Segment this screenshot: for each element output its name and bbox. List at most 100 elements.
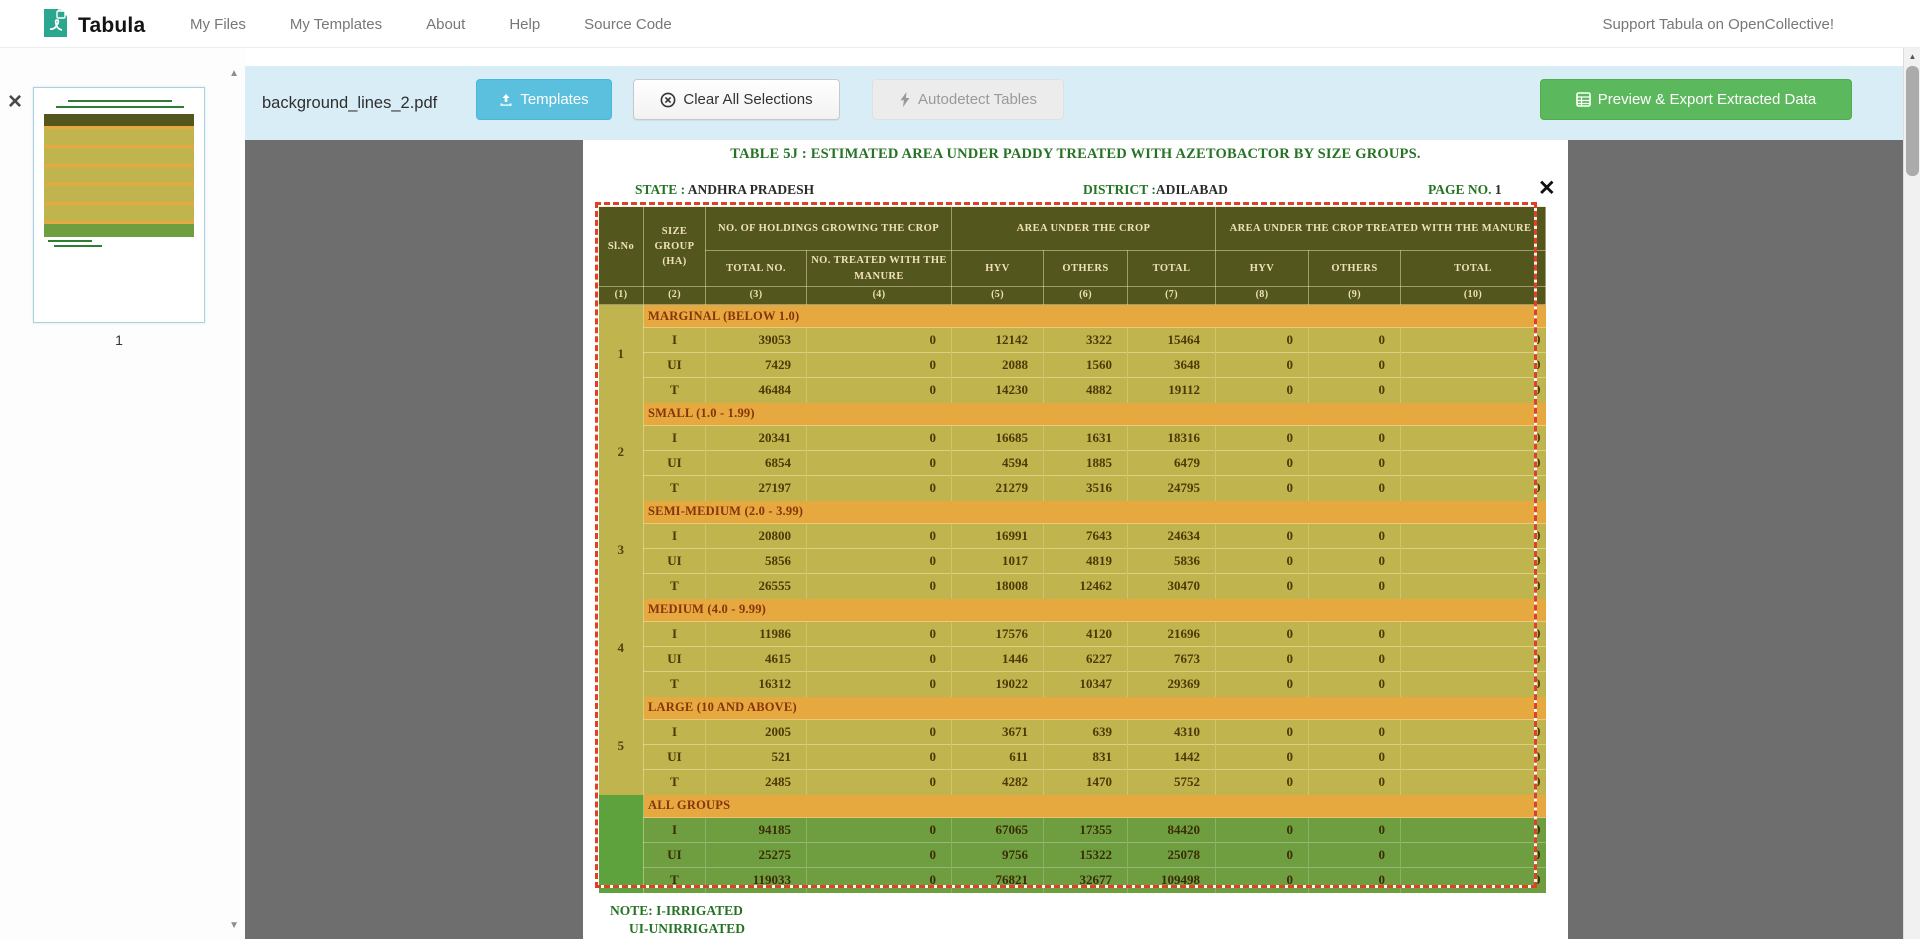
mini-table	[44, 114, 194, 237]
table-cell: 67065	[952, 818, 1044, 843]
table-row: UI74290208815603648000	[599, 353, 1546, 378]
table-cell: 76821	[952, 868, 1044, 893]
mini-table-strip	[44, 148, 194, 164]
table-cell: 0	[807, 720, 952, 745]
header-colnum-7: (7)	[1128, 287, 1216, 305]
section-band-label: SEMI-MEDIUM (2.0 - 3.99)	[644, 501, 1546, 524]
clear-all-selections-button[interactable]: Clear All Selections	[633, 79, 840, 120]
scrollbar-thumb[interactable]	[1906, 66, 1919, 176]
pdf-page[interactable]: TABLE 5J : ESTIMATED AREA UNDER PADDY TR…	[583, 140, 1568, 939]
header-colnum-8: (8)	[1216, 287, 1309, 305]
mini-title-line	[68, 100, 172, 102]
table-cell: 0	[807, 378, 952, 403]
slno-cell: 2	[599, 403, 644, 501]
table-cell: 0	[1309, 549, 1401, 574]
table-cell: 0	[1216, 672, 1309, 697]
table-cell: 0	[1309, 770, 1401, 795]
table-cell: 21696	[1128, 622, 1216, 647]
pageno-label: PAGE NO.	[1428, 182, 1495, 197]
table-cell: 27197	[706, 476, 807, 501]
table-row: I941850670651735584420000	[599, 818, 1546, 843]
header-colnum-9: (9)	[1309, 287, 1401, 305]
table-cell: 25078	[1128, 843, 1216, 868]
header-sub-1-1: TOTAL NO.	[706, 251, 807, 287]
table-cell: 6854	[706, 451, 807, 476]
support-link[interactable]: Support Tabula on OpenCollective!	[1602, 0, 1834, 48]
section-band-label: MEDIUM (4.0 - 9.99)	[644, 599, 1546, 622]
table-cell: 17576	[952, 622, 1044, 647]
table-cell: 0	[1309, 451, 1401, 476]
row-code-cell: T	[644, 378, 706, 403]
row-code-cell: T	[644, 574, 706, 599]
table-cell: 0	[1309, 745, 1401, 770]
page-thumbnail-number: 1	[33, 332, 205, 348]
table-cell: 0	[807, 524, 952, 549]
row-code-cell: T	[644, 770, 706, 795]
mini-table-strip	[44, 129, 194, 145]
table-cell: 0	[1401, 426, 1546, 451]
nav-item-about[interactable]: About	[426, 16, 465, 33]
section-band-row: 5LARGE (10 AND ABOVE)	[599, 697, 1546, 720]
slno-cell: 4	[599, 599, 644, 697]
table-cell: 0	[1309, 818, 1401, 843]
slno-cell: 1	[599, 305, 644, 403]
table-cell: 0	[1216, 476, 1309, 501]
header-sub-1-2: NO. TREATED WITH THE MANURE	[807, 251, 952, 287]
nav-item-my-files[interactable]: My Files	[190, 16, 246, 33]
table-cell: 15322	[1044, 843, 1128, 868]
table-cell: 15464	[1128, 328, 1216, 353]
table-cell: 0	[1216, 574, 1309, 599]
page-thumbnail[interactable]	[33, 87, 205, 323]
remove-page-icon[interactable]: ×	[8, 92, 22, 112]
vertical-scrollbar[interactable]: ▲	[1903, 48, 1920, 939]
table-cell: 4882	[1044, 378, 1128, 403]
table-cell: 6479	[1128, 451, 1216, 476]
nav-item-source-code[interactable]: Source Code	[584, 16, 672, 33]
table-cell: 4594	[952, 451, 1044, 476]
table-cell: 0	[1309, 868, 1401, 893]
templates-button[interactable]: Templates	[476, 79, 612, 120]
selection-close-icon[interactable]: ✕	[1538, 180, 1556, 198]
scrollbar-up-icon[interactable]: ▲	[1904, 48, 1920, 65]
table-cell: 0	[807, 353, 952, 378]
table-cell: 109498	[1128, 868, 1216, 893]
nav-item-help[interactable]: Help	[509, 16, 540, 33]
header-slno: Sl.No	[599, 207, 644, 287]
sidebar-scroll-up-icon[interactable]: ▲	[229, 68, 239, 79]
preview-export-button[interactable]: Preview & Export Extracted Data	[1540, 79, 1852, 120]
sidebar-scroll-down-icon[interactable]: ▼	[229, 920, 239, 931]
header-sub-2-3: TOTAL	[1128, 251, 1216, 287]
row-code-cell: UI	[644, 843, 706, 868]
table-cell: 0	[1216, 426, 1309, 451]
mini-table-strip	[44, 205, 194, 221]
table-cell: 7643	[1044, 524, 1128, 549]
table-cell: 1631	[1044, 426, 1128, 451]
pdf-state-line: STATE : ANDHRA PRADESH	[635, 182, 814, 198]
brand[interactable]: Tabula	[42, 7, 145, 44]
pdf-table[interactable]: Sl.NoSIZE GROUP (HA)NO. OF HOLDINGS GROW…	[598, 206, 1546, 893]
table-cell: 0	[807, 451, 952, 476]
table-cell: 25275	[706, 843, 807, 868]
table-row: T24850428214705752000	[599, 770, 1546, 795]
table-cell: 18316	[1128, 426, 1216, 451]
autodetect-tables-button[interactable]: Autodetect Tables	[872, 79, 1064, 120]
table-cell: 14230	[952, 378, 1044, 403]
mini-note-line-1	[48, 240, 92, 242]
header-sub-2-2: OTHERS	[1044, 251, 1128, 287]
table-cell: 0	[1309, 353, 1401, 378]
slno-cell: 3	[599, 501, 644, 599]
table-cell: 5836	[1128, 549, 1216, 574]
table-cell: 0	[1401, 328, 1546, 353]
table-cell: 0	[1401, 378, 1546, 403]
table-cell: 0	[807, 868, 952, 893]
table-cell: 0	[1216, 378, 1309, 403]
table-cell: 0	[1216, 451, 1309, 476]
header-group-3: AREA UNDER THE CROP TREATED WITH THE MAN…	[1216, 207, 1546, 251]
nav-item-my-templates[interactable]: My Templates	[290, 16, 382, 33]
header-sub-3-2: OTHERS	[1309, 251, 1401, 287]
table-row: UI25275097561532225078000	[599, 843, 1546, 868]
state-value: ANDHRA PRADESH	[688, 182, 814, 197]
slno-cell	[599, 795, 644, 893]
table-cell: 1442	[1128, 745, 1216, 770]
table-cell: 94185	[706, 818, 807, 843]
